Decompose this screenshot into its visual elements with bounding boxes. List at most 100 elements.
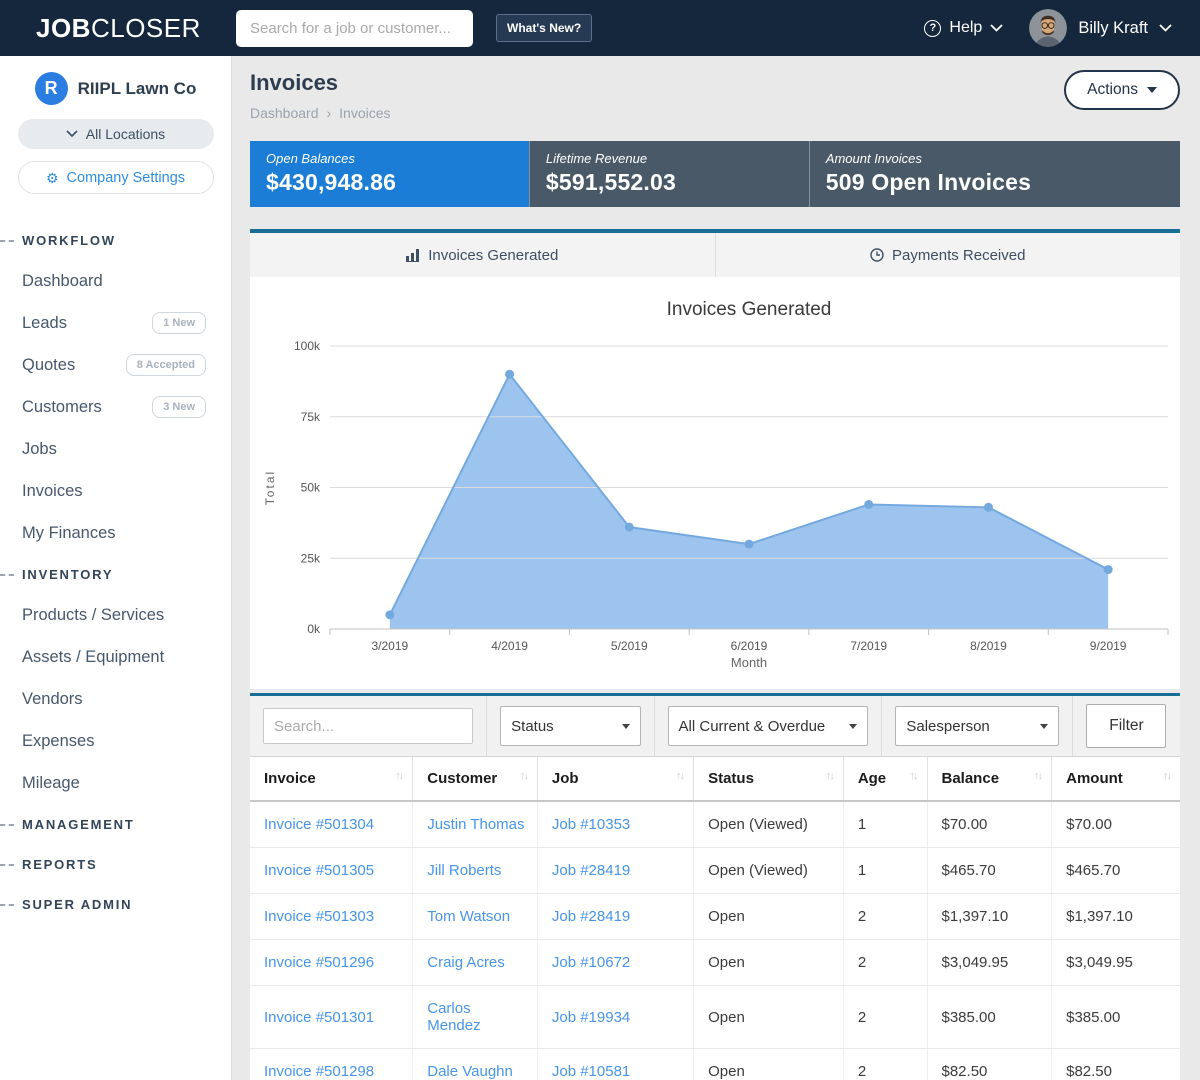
nav-badge-customers: 3 New xyxy=(152,396,206,418)
sidebar-item-my-finances[interactable]: My Finances xyxy=(0,512,231,554)
stat-value: 509 Open Invoices xyxy=(826,169,1164,196)
customer-link[interactable]: Craig Acres xyxy=(427,954,505,971)
job-link[interactable]: Job #10353 xyxy=(552,816,630,833)
nav-section-management: MANAGEMENT xyxy=(0,804,231,844)
sidebar-item-invoices[interactable]: Invoices xyxy=(0,470,231,512)
global-search-input[interactable] xyxy=(236,10,473,47)
current-overdue-select[interactable]: All Current & Overdue xyxy=(668,706,869,746)
sidebar-item-label: Vendors xyxy=(22,690,83,709)
col-header-status[interactable]: Status↑↓ xyxy=(694,757,844,801)
sort-icon[interactable]: ↑↓ xyxy=(1163,770,1170,782)
col-header-invoice[interactable]: Invoice↑↓ xyxy=(250,757,413,801)
sort-icon[interactable]: ↑↓ xyxy=(910,770,917,782)
actions-button[interactable]: Actions xyxy=(1064,70,1180,110)
invoice-link[interactable]: Invoice #501303 xyxy=(264,908,374,925)
cell-job: Job #19934 xyxy=(537,986,693,1049)
invoice-link[interactable]: Invoice #501305 xyxy=(264,862,374,879)
cell-amount: $70.00 xyxy=(1052,801,1180,848)
locations-dropdown[interactable]: All Locations xyxy=(18,119,214,149)
filter-search-cell xyxy=(250,696,487,756)
job-link[interactable]: Job #28419 xyxy=(552,908,630,925)
stat-card-open-balances: Open Balances$430,948.86 xyxy=(250,141,529,207)
tab-invoices-generated[interactable]: Invoices Generated xyxy=(250,233,715,277)
col-header-age[interactable]: Age↑↓ xyxy=(843,757,927,801)
x-tick-label: 4/2019 xyxy=(491,639,528,653)
app-root: JOBCLOSER What's New? ? Help xyxy=(0,0,1200,1080)
cell-status: Open (Viewed) xyxy=(694,801,844,848)
customer-link[interactable]: Dale Vaughn xyxy=(427,1063,513,1080)
user-menu[interactable]: Billy Kraft xyxy=(1029,9,1172,47)
invoice-link[interactable]: Invoice #501304 xyxy=(264,816,374,833)
sidebar-item-mileage[interactable]: Mileage xyxy=(0,762,231,804)
help-menu[interactable]: ? Help xyxy=(924,19,1003,37)
col-header-customer[interactable]: Customer↑↓ xyxy=(413,757,538,801)
sort-icon[interactable]: ↑↓ xyxy=(520,770,527,782)
col-label: Amount xyxy=(1066,770,1123,787)
chart-point-9-2019 xyxy=(1104,565,1113,574)
stat-value: $591,552.03 xyxy=(546,169,793,196)
job-link[interactable]: Job #19934 xyxy=(552,1009,630,1026)
sidebar-item-products-services[interactable]: Products / Services xyxy=(0,594,231,636)
sidebar-item-quotes[interactable]: Quotes8 Accepted xyxy=(0,344,231,386)
status-select-value: Status xyxy=(511,718,554,735)
job-link[interactable]: Job #28419 xyxy=(552,862,630,879)
sort-icon[interactable]: ↑↓ xyxy=(1034,770,1041,782)
sidebar-item-leads[interactable]: Leads1 New xyxy=(0,302,231,344)
sidebar-item-dashboard[interactable]: Dashboard xyxy=(0,260,231,302)
cell-job: Job #10353 xyxy=(537,801,693,848)
tab-label: Invoices Generated xyxy=(428,247,558,264)
cell-age: 1 xyxy=(843,801,927,848)
actions-label: Actions xyxy=(1087,81,1138,99)
company-header: R RIIPL Lawn Co xyxy=(0,56,231,105)
invoice-link[interactable]: Invoice #501296 xyxy=(264,954,374,971)
breadcrumb-separator-icon: › xyxy=(327,105,332,121)
sidebar-item-jobs[interactable]: Jobs xyxy=(0,428,231,470)
sidebar-item-expenses[interactable]: Expenses xyxy=(0,720,231,762)
filter-button[interactable]: Filter xyxy=(1086,704,1166,748)
sidebar-item-vendors[interactable]: Vendors xyxy=(0,678,231,720)
sidebar-item-label: Customers xyxy=(22,398,102,417)
sidebar-item-customers[interactable]: Customers 3 New xyxy=(0,386,231,428)
breadcrumb-invoices: Invoices xyxy=(339,105,390,121)
table-row: Invoice #501298Dale VaughnJob #10581Open… xyxy=(250,1049,1180,1080)
sidebar-item-label: Expenses xyxy=(22,732,94,751)
sort-icon[interactable]: ↑↓ xyxy=(826,770,833,782)
tab-payments-received[interactable]: Payments Received xyxy=(715,233,1181,277)
col-header-balance[interactable]: Balance↑↓ xyxy=(927,757,1052,801)
company-settings-button[interactable]: ⚙ Company Settings xyxy=(18,161,214,194)
customer-link[interactable]: Justin Thomas xyxy=(427,816,524,833)
section-dash xyxy=(0,824,14,826)
table-search-input[interactable] xyxy=(263,708,473,744)
breadcrumb-dashboard[interactable]: Dashboard xyxy=(250,105,319,121)
x-tick-label: 7/2019 xyxy=(850,639,887,653)
col-header-amount[interactable]: Amount ↑↓ xyxy=(1052,757,1180,801)
sort-icon[interactable]: ↑↓ xyxy=(395,770,402,782)
col-header-job[interactable]: Job↑↓ xyxy=(537,757,693,801)
customer-link[interactable]: Carlos Mendez xyxy=(427,1000,480,1034)
sidebar-item-assets-equipment[interactable]: Assets / Equipment xyxy=(0,636,231,678)
whats-new-button[interactable]: What's New? xyxy=(496,14,592,42)
invoice-link[interactable]: Invoice #501298 xyxy=(264,1063,374,1080)
cell-customer: Tom Watson xyxy=(413,894,538,940)
salesperson-select[interactable]: Salesperson xyxy=(895,706,1059,746)
customer-link[interactable]: Tom Watson xyxy=(427,908,510,925)
chart-point-6-2019 xyxy=(745,540,754,549)
nav-section-reports: REPORTS xyxy=(0,844,231,884)
filter-salesperson-cell: Salesperson xyxy=(882,696,1073,756)
cell-job: Job #10581 xyxy=(537,1049,693,1080)
invoice-link[interactable]: Invoice #501301 xyxy=(264,1009,374,1026)
tab-label: Payments Received xyxy=(892,247,1025,264)
company-settings-label: Company Settings xyxy=(67,170,185,186)
customer-link[interactable]: Jill Roberts xyxy=(427,862,501,879)
status-select[interactable]: Status xyxy=(500,706,640,746)
sort-icon[interactable]: ↑↓ xyxy=(676,770,683,782)
cell-balance: $385.00 xyxy=(927,986,1052,1049)
cell-invoice: Invoice #501296 xyxy=(250,940,413,986)
job-link[interactable]: Job #10581 xyxy=(552,1063,630,1080)
section-label: SUPER ADMIN xyxy=(22,897,132,912)
cell-balance: $3,049.95 xyxy=(927,940,1052,986)
stat-label: Open Balances xyxy=(266,151,513,166)
job-link[interactable]: Job #10672 xyxy=(552,954,630,971)
cell-job: Job #10672 xyxy=(537,940,693,986)
table-row: Invoice #501304 Justin Thomas Job #10353 Op… xyxy=(250,801,1180,848)
